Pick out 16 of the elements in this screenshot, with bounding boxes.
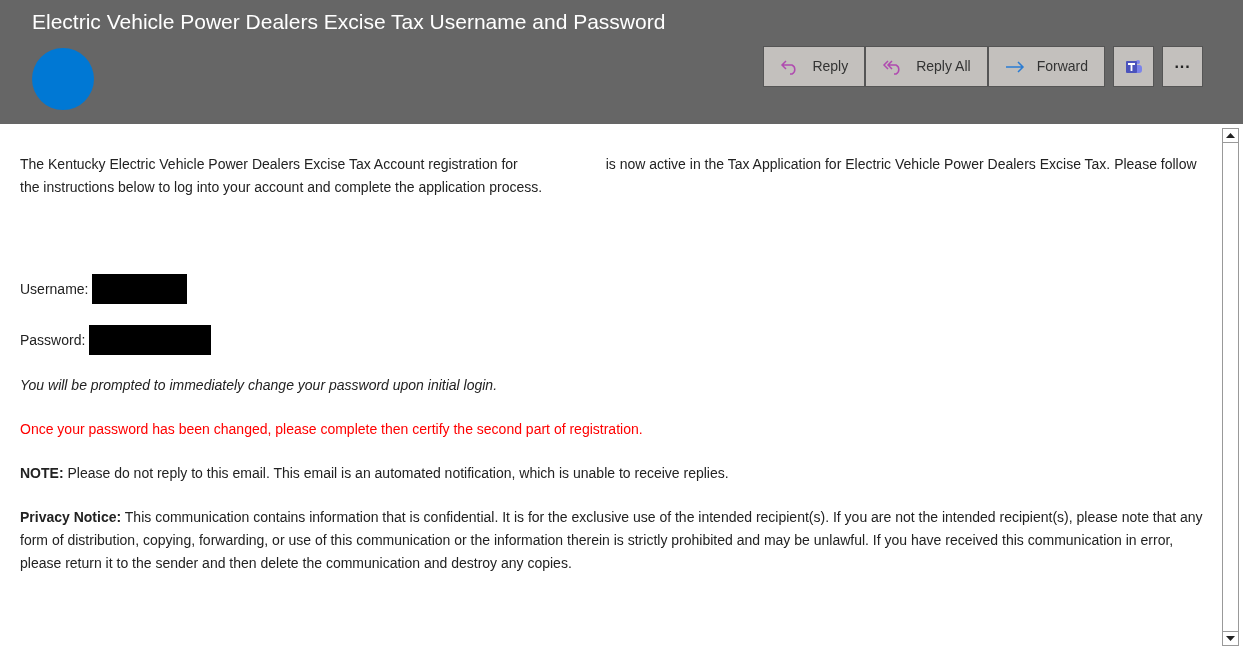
teams-icon bbox=[1124, 58, 1143, 75]
message-paragraph: Privacy Notice: This communication contains information that is confidential. It is for the exclusive use of the intended recipient(s). If you are not the intended recipient(s), please note that any form of distribution, copying, forwarding, or use of this communication or the information therein is strictly prohibited and may be unlawful. If you have received this communication in error, please return it to the sender and then delete the communication and destroy any copies. bbox=[20, 508, 1204, 573]
reply-all-button[interactable]: Reply All bbox=[865, 46, 988, 87]
credential-label: Password: bbox=[20, 330, 86, 350]
message-subject: Electric Vehicle Power Dealers Excise Tax Username and Password bbox=[32, 9, 667, 35]
arrow-right-icon bbox=[1004, 60, 1025, 73]
more-button[interactable]: ··· bbox=[1162, 46, 1203, 87]
message-paragraph: Once your password has been changed, please complete then certify the second part of registration. bbox=[20, 420, 644, 439]
credential-label: Username: bbox=[20, 279, 89, 299]
message-paragraph: The Kentucky Electric Vehicle Power Dealers Excise Tax Account registration for is now active in the Tax Application for Electric Vehicle Power Dealers Excise Tax. Please follow the instructions below to log into your account and complete the application process. bbox=[20, 155, 1198, 197]
message-paragraph: NOTE: Please do not reply to this email. This email is an automated notification, which is unable to receive replies. bbox=[20, 464, 730, 483]
forward-button[interactable]: Forward bbox=[987, 46, 1105, 87]
message-paragraph: You will be prompted to immediately change your password upon initial login. bbox=[20, 376, 499, 395]
teams-button[interactable] bbox=[1113, 46, 1154, 87]
scrollbar[interactable] bbox=[1222, 128, 1239, 646]
reply-button[interactable]: Reply bbox=[763, 46, 866, 87]
